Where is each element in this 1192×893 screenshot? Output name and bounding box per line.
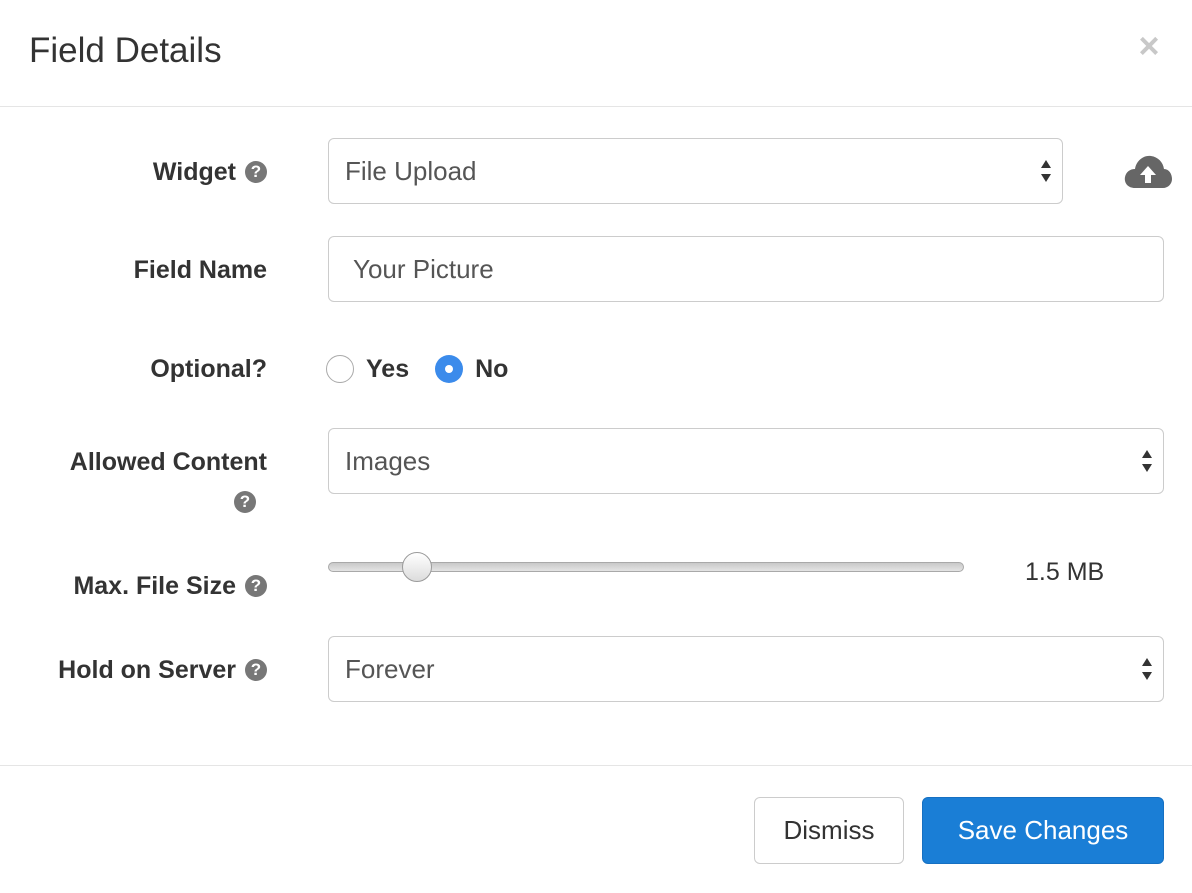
hold-on-server-select[interactable]: Forever	[328, 636, 1164, 702]
hold-on-server-label-text: Hold on Server	[58, 655, 236, 684]
cloud-upload-icon[interactable]	[1123, 152, 1173, 190]
hold-on-server-label: Hold on Server ?	[58, 653, 267, 687]
max-file-size-slider-handle[interactable]	[402, 552, 433, 582]
allowed-content-select[interactable]: Images	[328, 428, 1164, 494]
optional-radio-group: Yes No	[326, 352, 534, 386]
field-name-value: Your Picture	[353, 253, 494, 284]
help-icon[interactable]: ?	[234, 491, 256, 513]
modal-header: Field Details ×	[0, 0, 1192, 107]
select-caret-icon	[1142, 450, 1152, 472]
dismiss-button[interactable]: Dismiss	[754, 797, 904, 864]
allowed-content-label-text: Allowed Content	[69, 447, 267, 476]
max-file-size-label-text: Max. File Size	[73, 571, 236, 600]
radio-no-label[interactable]: No	[475, 355, 508, 384]
allowed-content-label: Allowed Content	[70, 445, 267, 479]
field-name-label: Field Name	[134, 253, 267, 287]
help-icon[interactable]: ?	[245, 161, 267, 183]
max-file-size-value: 1.5 MB	[1025, 558, 1105, 586]
select-caret-icon	[1041, 160, 1051, 182]
field-name-label-text: Field Name	[133, 255, 267, 284]
widget-label-text: Widget	[152, 157, 236, 186]
select-caret-icon	[1142, 658, 1152, 680]
optional-label-text: Optional?	[150, 354, 267, 383]
modal-body: Widget ? File Upload Field Name Your Pic…	[0, 107, 1192, 765]
modal-title: Field Details	[29, 31, 222, 70]
radio-yes[interactable]	[326, 355, 354, 383]
optional-label: Optional?	[150, 352, 267, 386]
radio-yes-label[interactable]: Yes	[366, 355, 409, 384]
save-changes-button[interactable]: Save Changes	[922, 797, 1164, 864]
close-icon[interactable]: ×	[1134, 28, 1164, 64]
field-details-modal: Field Details × Widget ? File Upload Fie…	[0, 0, 1192, 892]
hold-on-server-value: Forever	[345, 653, 435, 684]
widget-select-value: File Upload	[345, 155, 477, 186]
help-icon[interactable]: ?	[245, 575, 267, 597]
field-name-input[interactable]: Your Picture	[328, 236, 1164, 302]
radio-no[interactable]	[435, 355, 464, 383]
help-icon[interactable]: ?	[245, 659, 267, 681]
widget-select[interactable]: File Upload	[328, 138, 1063, 204]
allowed-content-value: Images	[345, 445, 431, 476]
widget-label: Widget ?	[153, 155, 267, 189]
max-file-size-label: Max. File Size ?	[73, 569, 267, 603]
modal-footer: Dismiss Save Changes	[0, 765, 1192, 893]
